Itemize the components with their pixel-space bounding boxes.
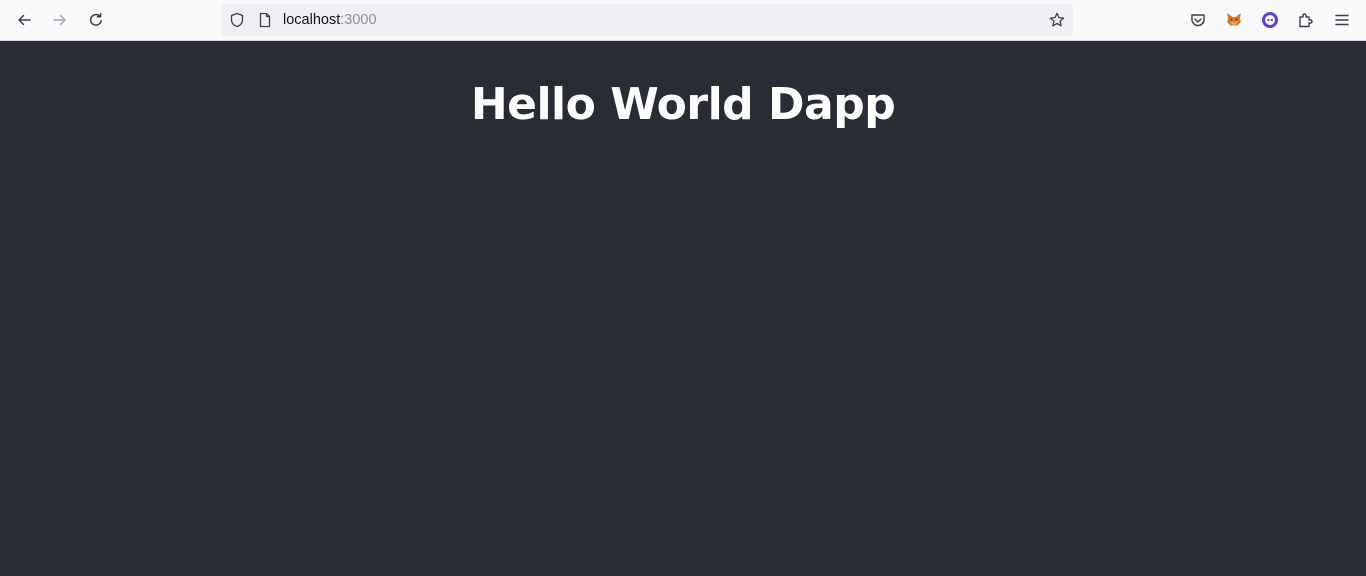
star-icon[interactable] xyxy=(1049,12,1065,28)
shield-icon[interactable] xyxy=(229,12,245,28)
extension-button[interactable] xyxy=(1256,6,1284,34)
pocket-button[interactable] xyxy=(1184,6,1212,34)
puzzle-icon xyxy=(1299,13,1313,28)
url-bar[interactable]: localhost:3000 xyxy=(221,4,1073,36)
arrow-right-icon xyxy=(53,14,66,26)
extensions-button[interactable] xyxy=(1292,6,1320,34)
forward-button[interactable] xyxy=(46,6,74,34)
page-content: Hello World Dapp xyxy=(0,41,1366,576)
page-title: Hello World Dapp xyxy=(470,79,896,130)
url-host: localhost xyxy=(283,12,341,28)
arrow-left-icon xyxy=(18,14,31,26)
reload-button[interactable] xyxy=(82,6,110,34)
pocket-icon xyxy=(1191,14,1205,27)
document-icon[interactable] xyxy=(257,12,273,28)
hamburger-icon xyxy=(1335,14,1349,26)
metamask-extension-button[interactable] xyxy=(1220,6,1248,34)
fox-icon xyxy=(1227,13,1241,26)
back-button[interactable] xyxy=(10,6,38,34)
browser-toolbar: localhost:3000 xyxy=(0,0,1366,41)
url-port: :3000 xyxy=(340,12,377,28)
circle-face-icon xyxy=(1262,12,1278,28)
url-text[interactable]: localhost:3000 xyxy=(283,11,377,29)
menu-button[interactable] xyxy=(1328,6,1356,34)
reload-icon xyxy=(89,12,102,26)
